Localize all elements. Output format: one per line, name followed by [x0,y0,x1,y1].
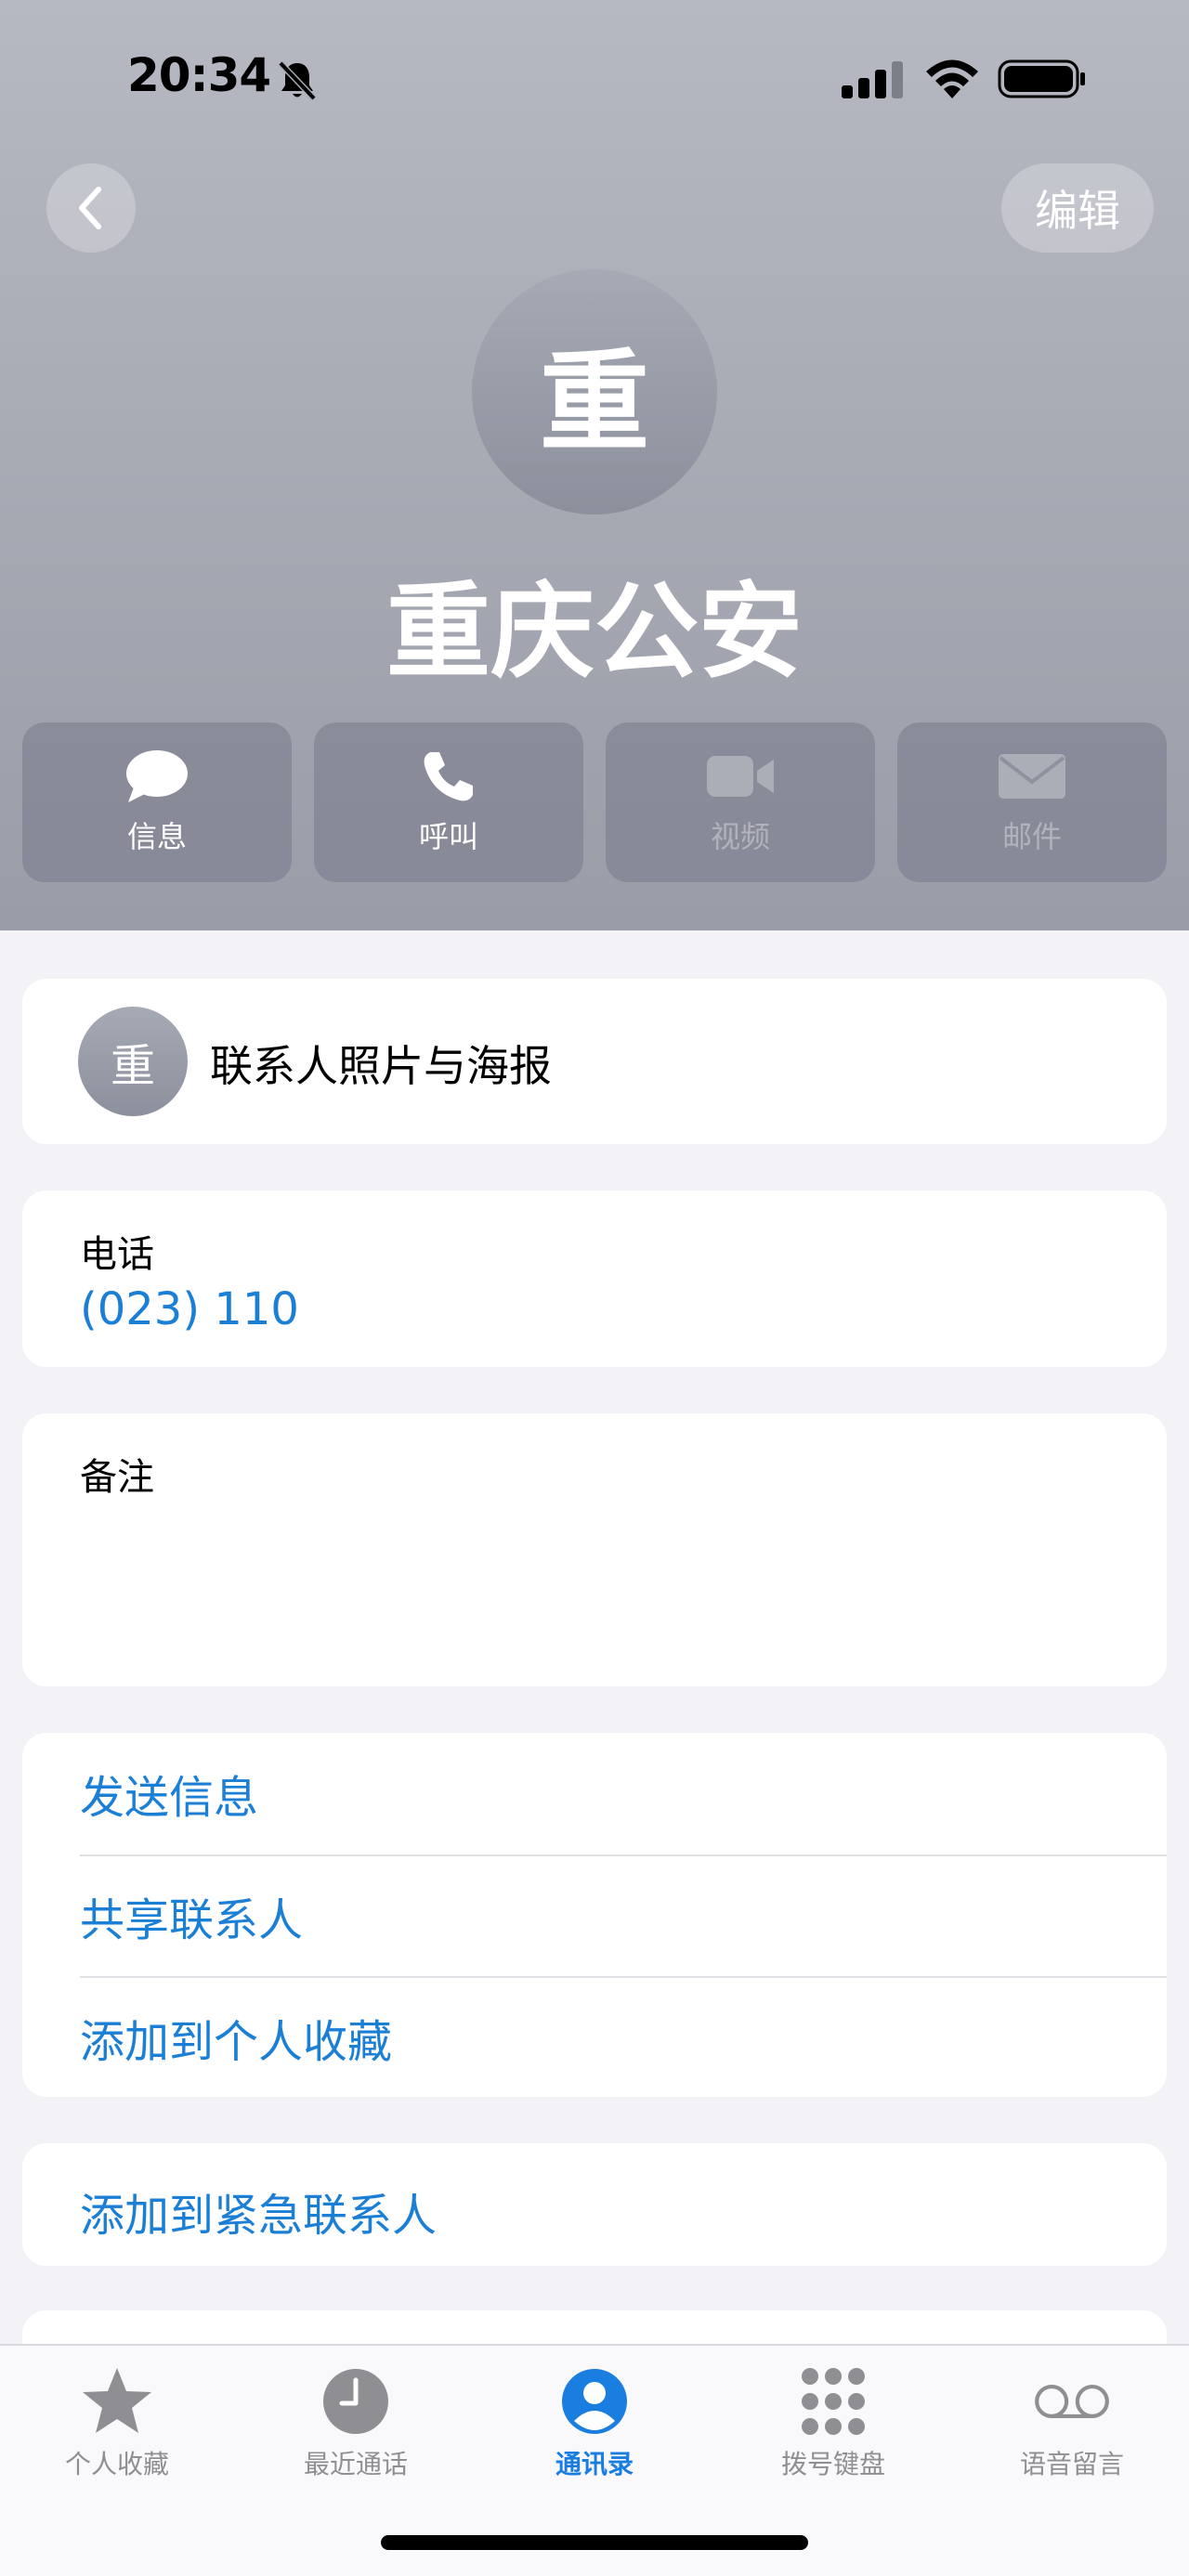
send-message-row[interactable]: 发送信息 [80,1733,1167,1854]
phone-card: 电话 (023) 110 [22,1190,1167,1367]
wifi-icon [926,59,978,98]
tab-recents[interactable]: 最近通话 [263,2364,449,2504]
envelope-icon [999,754,1065,799]
mail-action-label: 邮件 [1001,819,1062,854]
contact-header: 20:34 编辑 重 重庆公安 信息 呼叫 视频 邮件 [0,0,1189,930]
video-action-button[interactable]: 视频 [606,722,875,882]
status-bar: 20:34 [0,0,1189,158]
voicemail-icon [1035,2384,1109,2419]
star-icon [83,2368,151,2433]
call-action-button[interactable]: 呼叫 [314,722,583,882]
tab-voicemail-label: 语音留言 [1019,2449,1124,2479]
phone-number[interactable]: (023) 110 [80,1283,299,1335]
contact-name: 重庆公安 [386,572,803,693]
tab-keypad-label: 拨号键盘 [780,2449,885,2479]
mail-action-button[interactable]: 邮件 [897,722,1167,882]
tab-favorites[interactable]: 个人收藏 [24,2364,210,2504]
chevron-left-icon [79,187,101,229]
message-action-button[interactable]: 信息 [22,722,292,882]
phone-label: 电话 [80,1233,154,1276]
quick-actions: 信息 呼叫 视频 邮件 [22,722,1167,882]
emergency-contact-card[interactable]: 添加到紧急联系人 [22,2143,1167,2266]
edit-button[interactable]: 编辑 [1001,163,1154,253]
clock-icon [323,2369,388,2434]
add-emergency-contact-label: 添加到紧急联系人 [80,2190,438,2242]
battery-icon [998,59,1085,98]
notes-card[interactable]: 备注 [22,1413,1167,1686]
notes-label: 备注 [80,1456,154,1499]
back-button[interactable] [46,163,136,253]
keypad-icon [802,2368,865,2435]
contact-photo-poster-row[interactable]: 重 联系人照片与海报 [22,979,1167,1144]
video-action-label: 视频 [710,819,770,854]
add-to-favorites-row[interactable]: 添加到个人收藏 [80,1976,1167,2097]
person-circle-icon [562,2369,627,2434]
tab-contacts-label: 通讯录 [555,2449,634,2479]
video-camera-icon [707,756,774,797]
poster-avatar: 重 [78,1007,188,1116]
message-bubble-icon [126,750,188,802]
tab-recents-label: 最近通话 [303,2449,408,2479]
tab-favorites-label: 个人收藏 [64,2449,169,2479]
tab-voicemail[interactable]: 语音留言 [979,2364,1165,2504]
tab-keypad[interactable]: 拨号键盘 [740,2364,926,2504]
tab-contacts[interactable]: 通讯录 [502,2364,687,2504]
bell-slash-icon [278,60,317,101]
message-action-label: 信息 [126,819,187,854]
contact-actions-card: 发送信息 共享联系人 添加到个人收藏 [22,1733,1167,2097]
poster-label: 联系人照片与海报 [210,1041,552,1091]
phone-icon [424,752,473,801]
call-action-label: 呼叫 [418,819,478,854]
cellular-signal-icon [842,61,903,98]
status-time: 20:34 [127,48,271,102]
share-contact-row[interactable]: 共享联系人 [80,1854,1167,1975]
contact-avatar: 重 [472,269,717,514]
home-indicator [381,2535,808,2550]
